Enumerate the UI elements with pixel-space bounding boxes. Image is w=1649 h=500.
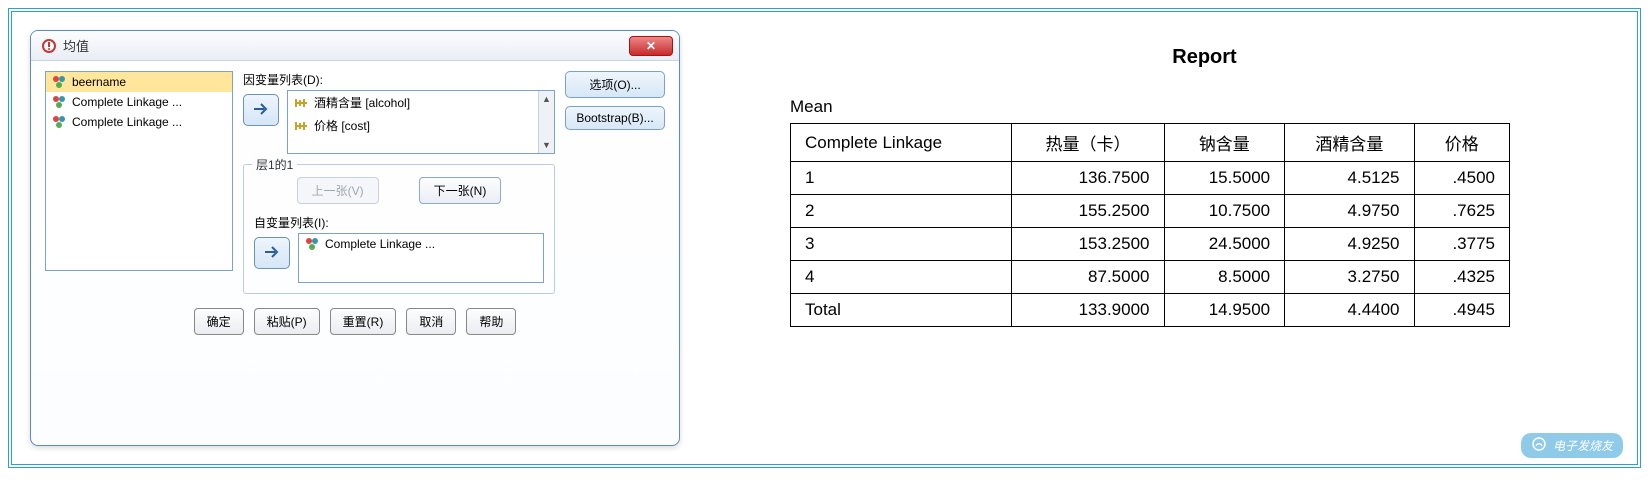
- cell-value: .7625: [1414, 195, 1509, 228]
- dialog-title: 均值: [63, 36, 89, 55]
- cell-value: 133.9000: [1012, 294, 1164, 327]
- independent-var-item[interactable]: Complete Linkage ...: [299, 234, 543, 254]
- watermark-text: 电子发烧友: [1553, 437, 1613, 454]
- dependent-label: 因变量列表(D):: [243, 71, 555, 88]
- cell-value: .4945: [1414, 294, 1509, 327]
- var-label: beername: [72, 75, 126, 89]
- cell-value: 14.9500: [1164, 294, 1285, 327]
- arrow-right-icon: [252, 102, 270, 119]
- cell-value: 3.2750: [1285, 261, 1414, 294]
- report-col-header: 价格: [1414, 124, 1509, 162]
- reset-button[interactable]: 重置(R): [330, 308, 397, 335]
- options-button[interactable]: 选项(O)...: [565, 71, 665, 98]
- var-label: Complete Linkage ...: [325, 237, 435, 251]
- source-var-item[interactable]: beername: [46, 72, 232, 92]
- row-label: 2: [791, 195, 1012, 228]
- scale-icon: [294, 96, 308, 110]
- ok-button[interactable]: 确定: [194, 308, 244, 335]
- title-bar[interactable]: 均值 ✕: [31, 31, 679, 61]
- mean-label: Mean: [790, 97, 1619, 117]
- independent-variable-list[interactable]: Complete Linkage ...: [298, 233, 544, 283]
- table-row: 2155.250010.75004.9750.7625: [791, 195, 1510, 228]
- cell-value: 8.5000: [1164, 261, 1285, 294]
- dependent-var-item[interactable]: 酒精含量 [alcohol]: [288, 91, 554, 114]
- row-label: 4: [791, 261, 1012, 294]
- report-col-header: 热量（卡）: [1012, 124, 1164, 162]
- var-label: 价格 [cost]: [314, 117, 370, 134]
- scroll-down-icon[interactable]: ▼: [539, 137, 554, 153]
- dependent-variable-list[interactable]: 酒精含量 [alcohol] 价格 [cost] ▲ ▼: [287, 90, 555, 154]
- row-label: 3: [791, 228, 1012, 261]
- dependent-var-item[interactable]: 价格 [cost]: [288, 114, 554, 137]
- table-row: 487.50008.50003.2750.4325: [791, 261, 1510, 294]
- report-table: Complete Linkage热量（卡）钠含量酒精含量价格 1136.7500…: [790, 123, 1510, 327]
- arrow-right-icon: [263, 245, 281, 262]
- source-var-item[interactable]: Complete Linkage ...: [46, 92, 232, 112]
- var-label: Complete Linkage ...: [72, 95, 182, 109]
- table-row: Total133.900014.95004.4400.4945: [791, 294, 1510, 327]
- layer-legend: 层1的1: [252, 156, 297, 173]
- help-button[interactable]: 帮助: [466, 308, 516, 335]
- app-icon: [41, 38, 57, 54]
- cell-value: 4.9250: [1285, 228, 1414, 261]
- independent-label: 自变量列表(I):: [254, 214, 544, 231]
- report-col-header: 钠含量: [1164, 124, 1285, 162]
- cell-value: 15.5000: [1164, 162, 1285, 195]
- var-label: 酒精含量 [alcohol]: [314, 94, 410, 111]
- nominal-icon: [52, 95, 66, 109]
- move-to-independent-button[interactable]: [254, 237, 290, 269]
- next-layer-button[interactable]: 下一张(N): [419, 177, 502, 204]
- scroll-up-icon[interactable]: ▲: [539, 91, 554, 107]
- cell-value: .4500: [1414, 162, 1509, 195]
- report-title: Report: [790, 46, 1619, 69]
- table-row: 1136.750015.50004.5125.4500: [791, 162, 1510, 195]
- cell-value: 10.7500: [1164, 195, 1285, 228]
- bootstrap-button[interactable]: Bootstrap(B)...: [565, 106, 665, 130]
- cell-value: 153.2500: [1012, 228, 1164, 261]
- nominal-icon: [52, 115, 66, 129]
- table-row: 3153.250024.50004.9250.3775: [791, 228, 1510, 261]
- close-button[interactable]: ✕: [629, 36, 673, 56]
- var-label: Complete Linkage ...: [72, 115, 182, 129]
- cell-value: 24.5000: [1164, 228, 1285, 261]
- cell-value: 4.9750: [1285, 195, 1414, 228]
- prev-layer-button: 上一张(V): [297, 177, 379, 204]
- watermark: 电子发烧友: [1521, 433, 1623, 458]
- source-var-item[interactable]: Complete Linkage ...: [46, 112, 232, 132]
- paste-button[interactable]: 粘贴(P): [254, 308, 320, 335]
- row-label: Total: [791, 294, 1012, 327]
- source-variable-list[interactable]: beername Complete Linkage ... Complete Lin…: [45, 71, 233, 271]
- report-col-header: Complete Linkage: [791, 124, 1012, 162]
- report-col-header: 酒精含量: [1285, 124, 1414, 162]
- cell-value: 136.7500: [1012, 162, 1164, 195]
- scale-icon: [294, 119, 308, 133]
- nominal-icon: [305, 237, 319, 251]
- cell-value: .4325: [1414, 261, 1509, 294]
- means-dialog: 均值 ✕ beername Complete Linkage ... Complet…: [30, 30, 680, 446]
- row-label: 1: [791, 162, 1012, 195]
- scrollbar[interactable]: ▲ ▼: [538, 91, 554, 153]
- layer-group: 层1的1 上一张(V) 下一张(N) 自变量列表(I):: [243, 164, 555, 294]
- move-to-dependent-button[interactable]: [243, 94, 279, 126]
- dialog-buttons: 确定 粘贴(P) 重置(R) 取消 帮助: [45, 302, 665, 337]
- report-pane: Report Mean Complete Linkage热量（卡）钠含量酒精含量…: [790, 30, 1619, 446]
- cell-value: 4.4400: [1285, 294, 1414, 327]
- cell-value: 87.5000: [1012, 261, 1164, 294]
- cell-value: 155.2500: [1012, 195, 1164, 228]
- close-icon: ✕: [646, 39, 656, 53]
- nominal-icon: [52, 75, 66, 89]
- cell-value: .3775: [1414, 228, 1509, 261]
- cancel-button[interactable]: 取消: [406, 308, 456, 335]
- cell-value: 4.5125: [1285, 162, 1414, 195]
- watermark-icon: [1531, 436, 1547, 455]
